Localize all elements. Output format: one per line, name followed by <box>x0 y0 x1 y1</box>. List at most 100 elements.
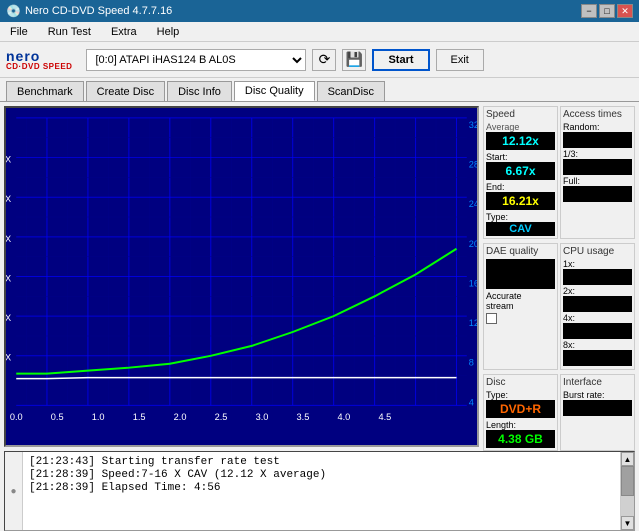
svg-text:20 X: 20 X <box>6 194 11 204</box>
dae-title: DAE quality <box>486 246 555 257</box>
one-label: 1x: <box>563 259 632 269</box>
svg-text:28: 28 <box>469 160 477 170</box>
speed-panel: Speed Average 12.12x Start: 6.67x End: 1… <box>483 106 558 239</box>
svg-text:2.0: 2.0 <box>174 412 187 422</box>
random-label: Random: <box>563 122 632 132</box>
speed-title: Speed <box>486 109 555 120</box>
menu-file[interactable]: File <box>4 25 34 39</box>
title-bar-controls: − □ ✕ <box>581 4 633 18</box>
svg-text:0.0: 0.0 <box>10 412 23 422</box>
disc-length-label: Length: <box>486 420 555 430</box>
scroll-up[interactable]: ▲ <box>621 452 634 466</box>
tab-disc-quality[interactable]: Disc Quality <box>234 81 315 101</box>
svg-text:16 X: 16 X <box>6 234 11 244</box>
disc-type-label: Type: <box>486 390 555 400</box>
tab-create-disc[interactable]: Create Disc <box>86 81 165 101</box>
maximize-button[interactable]: □ <box>599 4 615 18</box>
log-scrollbar[interactable]: ▲ ▼ <box>620 452 634 530</box>
dae-panel: DAE quality Accurate stream <box>483 243 558 370</box>
disc-title: Disc <box>486 377 555 388</box>
eight-label: 8x: <box>563 340 632 350</box>
interface-title: Interface <box>563 377 632 388</box>
random-value-box <box>563 132 632 148</box>
cpu-2x-box <box>563 296 632 312</box>
minimize-button[interactable]: − <box>581 4 597 18</box>
svg-text:8 X: 8 X <box>6 313 11 323</box>
full-value-box <box>563 186 632 202</box>
start-button[interactable]: Start <box>372 49 429 71</box>
svg-text:0.5: 0.5 <box>51 412 64 422</box>
end-label: End: <box>486 182 555 192</box>
cpu-4x-box <box>563 323 632 339</box>
svg-text:32: 32 <box>469 120 477 130</box>
accurate-stream-checkbox[interactable] <box>486 313 497 324</box>
exit-button[interactable]: Exit <box>436 49 484 71</box>
type-value: CAV <box>486 222 555 236</box>
accurate-stream-row <box>486 313 555 324</box>
menu-extra[interactable]: Extra <box>105 25 143 39</box>
main-content: 4 X 8 X 12 X 16 X 20 X 24 X 4 8 12 16 20… <box>0 102 639 451</box>
drive-select[interactable]: [0:0] ATAPI iHAS124 B AL0S <box>86 49 306 71</box>
speed-brand: CD·DVD SPEED <box>6 63 72 71</box>
svg-text:24 X: 24 X <box>6 155 11 165</box>
svg-text:3.5: 3.5 <box>297 412 310 422</box>
cpu-title: CPU usage <box>563 246 632 257</box>
refresh-icon[interactable]: ⟳ <box>312 49 336 71</box>
tabs: Benchmark Create Disc Disc Info Disc Qua… <box>0 78 639 102</box>
right-panel: Speed Average 12.12x Start: 6.67x End: 1… <box>483 106 635 447</box>
tab-benchmark[interactable]: Benchmark <box>6 81 84 101</box>
svg-text:4: 4 <box>469 397 474 407</box>
type-label: Type: <box>486 212 555 222</box>
start-value: 6.67x <box>486 162 555 180</box>
full-label: Full: <box>563 176 632 186</box>
title-bar: 💿 Nero CD-DVD Speed 4.7.7.16 − □ ✕ <box>0 0 639 22</box>
burst-value-box <box>563 400 632 416</box>
onethird-label: 1/3: <box>563 149 632 159</box>
start-label: Start: <box>486 152 555 162</box>
end-value: 16.21x <box>486 192 555 210</box>
scroll-thumb[interactable] <box>621 466 634 496</box>
interface-panel: Interface Burst rate: <box>560 374 635 451</box>
log-icon[interactable]: ● <box>5 452 23 530</box>
disc-type-value: DVD+R <box>486 400 555 418</box>
scroll-down[interactable]: ▼ <box>621 516 634 530</box>
cpu-1x-box <box>563 269 632 285</box>
tab-scandisc[interactable]: ScanDisc <box>317 81 385 101</box>
access-times-panel: Access times Random: 1/3: Full: <box>560 106 635 239</box>
svg-text:2.5: 2.5 <box>215 412 228 422</box>
disc-length-value: 4.38 GB <box>486 430 555 448</box>
svg-text:4 X: 4 X <box>6 353 11 363</box>
close-button[interactable]: ✕ <box>617 4 633 18</box>
svg-text:12: 12 <box>469 318 477 328</box>
save-icon[interactable]: 💾 <box>342 49 366 71</box>
chart-area: 4 X 8 X 12 X 16 X 20 X 24 X 4 8 12 16 20… <box>4 106 479 447</box>
four-label: 4x: <box>563 313 632 323</box>
nero-brand: nero <box>6 49 72 63</box>
menu-run-test[interactable]: Run Test <box>42 25 97 39</box>
tab-disc-info[interactable]: Disc Info <box>167 81 232 101</box>
log-area: ● [21:23:43] Starting transfer rate test… <box>4 451 635 531</box>
svg-text:4.5: 4.5 <box>378 412 391 422</box>
svg-text:12 X: 12 X <box>6 274 11 284</box>
title-bar-left: 💿 Nero CD-DVD Speed 4.7.7.16 <box>6 4 172 18</box>
svg-text:1.5: 1.5 <box>133 412 146 422</box>
cpu-panel: CPU usage 1x: 2x: 4x: 8x: <box>560 243 635 370</box>
menu-help[interactable]: Help <box>151 25 186 39</box>
two-label: 2x: <box>563 286 632 296</box>
stream-label: stream <box>486 301 555 311</box>
onethird-value-box <box>563 159 632 175</box>
log-entry-1: [21:23:43] Starting transfer rate test <box>29 456 614 468</box>
burst-label: Burst rate: <box>563 390 632 400</box>
window-title: Nero CD-DVD Speed 4.7.7.16 <box>25 5 172 17</box>
menu-bar: File Run Test Extra Help <box>0 22 639 42</box>
log-content: [21:23:43] Starting transfer rate test [… <box>23 452 620 530</box>
svg-text:8: 8 <box>469 358 474 368</box>
disc-panel: Disc Type: DVD+R Length: 4.38 GB <box>483 374 558 451</box>
svg-text:24: 24 <box>469 199 477 209</box>
average-value: 12.12x <box>486 132 555 150</box>
average-label: Average <box>486 122 555 132</box>
svg-text:4.0: 4.0 <box>338 412 351 422</box>
toolbar: nero CD·DVD SPEED [0:0] ATAPI iHAS124 B … <box>0 42 639 78</box>
dae-value-box <box>486 259 555 289</box>
scroll-track[interactable] <box>621 466 634 516</box>
